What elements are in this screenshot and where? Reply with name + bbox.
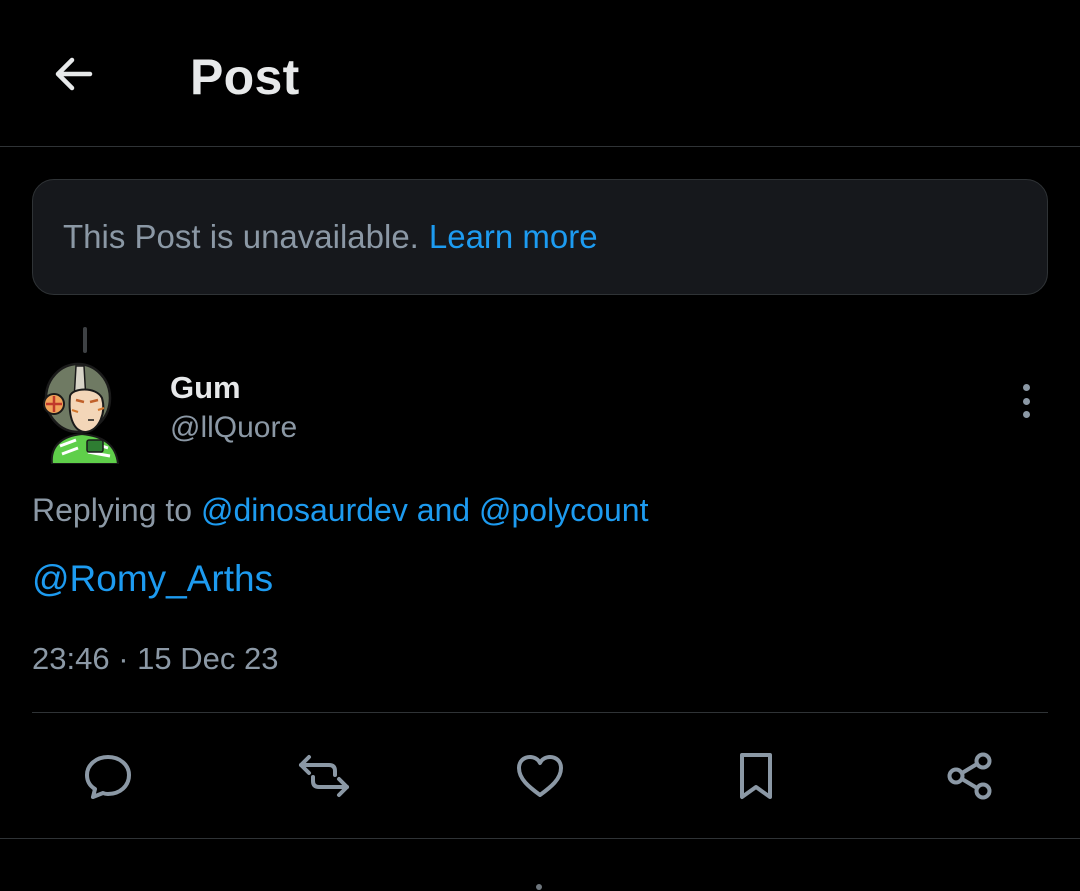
mention-polycount[interactable]: @polycount	[479, 492, 648, 528]
replying-to-line: Replying to @dinosaurdev and @polycount	[32, 492, 648, 529]
divider	[32, 712, 1048, 713]
avatar[interactable]	[32, 360, 132, 464]
post-detail-screen: Post This Post is unavailable. Learn mor…	[0, 0, 1080, 891]
reply-mention-link: @dinosaurdev and @polycount	[201, 492, 648, 528]
learn-more-link[interactable]: Learn more	[429, 218, 598, 256]
page-title: Post	[190, 49, 300, 105]
thread-connector-line	[83, 327, 87, 353]
divider	[0, 838, 1080, 839]
scroll-indicator-dot	[536, 884, 542, 890]
heart-icon	[517, 755, 563, 797]
reply-icon	[85, 755, 131, 799]
more-options-button[interactable]	[1006, 378, 1046, 424]
repost-button[interactable]	[294, 746, 354, 806]
top-app-bar: Post	[0, 0, 1080, 147]
post-timestamp[interactable]: 23:46 · 15 Dec 23	[32, 641, 278, 677]
mention-conjunction: and	[416, 492, 471, 528]
back-button[interactable]	[44, 44, 104, 104]
action-bar	[0, 746, 1080, 806]
author-display-name[interactable]: Gum	[170, 370, 241, 406]
bookmark-icon	[740, 753, 772, 799]
banner-message: This Post is unavailable.	[63, 218, 419, 255]
arrow-left-icon	[55, 57, 93, 91]
post-body-mention[interactable]: @Romy_Arths	[32, 558, 273, 600]
share-button[interactable]	[940, 746, 1000, 806]
replying-to-prefix: Replying to	[32, 492, 193, 528]
author-handle[interactable]: @llQuore	[170, 411, 297, 445]
unavailable-post-banner: This Post is unavailable. Learn more	[32, 179, 1048, 295]
reply-button[interactable]	[78, 746, 138, 806]
bookmark-button[interactable]	[726, 746, 786, 806]
more-vertical-icon	[1022, 384, 1030, 391]
repost-icon	[299, 755, 349, 797]
mention-dinosaurdev[interactable]: @dinosaurdev	[201, 492, 408, 528]
share-icon	[947, 752, 992, 800]
like-button[interactable]	[510, 746, 570, 806]
